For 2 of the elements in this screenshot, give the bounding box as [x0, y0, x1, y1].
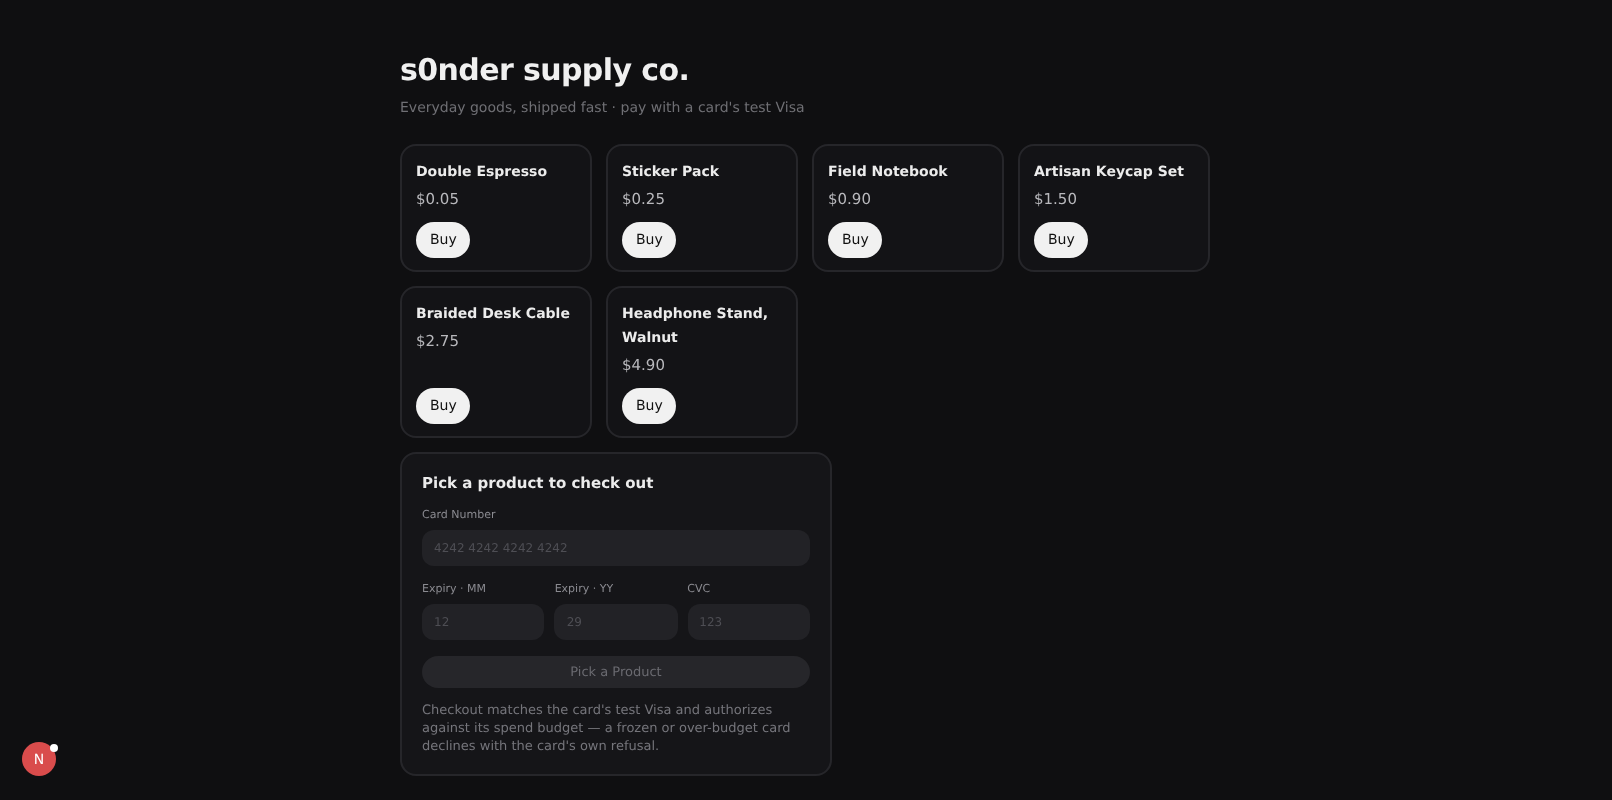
status-dot-icon [50, 744, 58, 752]
store-title: s0nder supply co. [400, 52, 692, 88]
